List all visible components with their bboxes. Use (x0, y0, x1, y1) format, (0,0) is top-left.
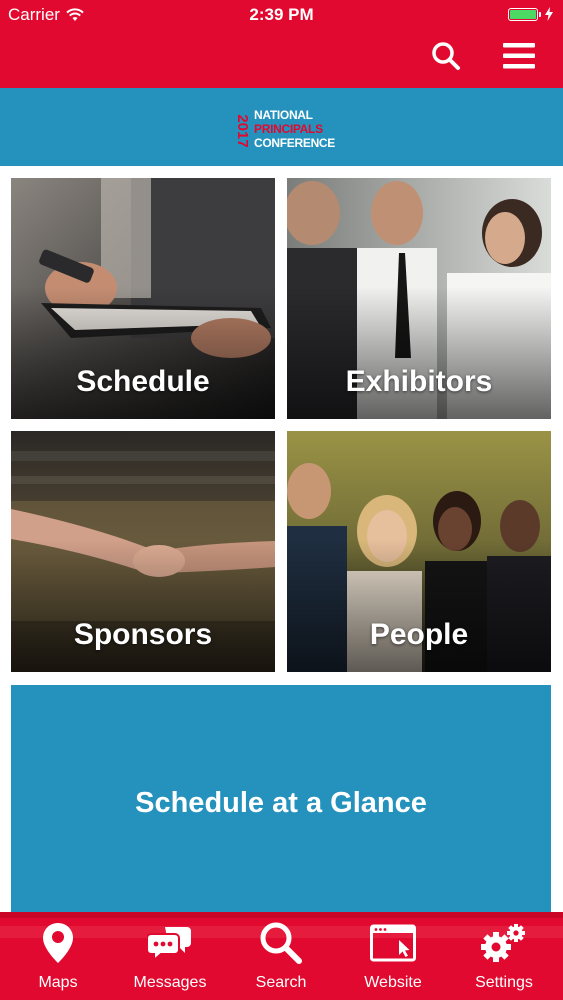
exhibitors-tile[interactable]: Exhibitors (287, 178, 551, 419)
tab-settings[interactable]: Settings (448, 912, 560, 1000)
schedule-at-a-glance-label: Schedule at a Glance (135, 786, 427, 819)
people-tile[interactable]: People (287, 431, 551, 672)
battery-icon (508, 7, 553, 21)
tab-messages-label: Messages (133, 974, 207, 991)
tab-maps-label: Maps (38, 974, 78, 991)
tab-messages[interactable]: Messages (114, 912, 226, 1000)
tab-search[interactable]: Search (225, 912, 337, 1000)
schedule-tile[interactable]: Schedule (11, 178, 275, 419)
schedule-label: Schedule (76, 365, 210, 398)
menu-button[interactable] (499, 36, 539, 76)
charging-icon (545, 7, 553, 21)
exhibitors-label: Exhibitors (345, 365, 493, 398)
logo-year: 2017 (234, 114, 251, 147)
clock: 2:39 PM (249, 5, 314, 24)
tab-maps[interactable]: Maps (2, 912, 114, 1000)
tab-search-label: Search (255, 974, 307, 991)
logo-line-3: CONFERENCE (254, 136, 336, 150)
logo-line-2: PRINCIPALS (254, 122, 323, 136)
tab-website[interactable]: Website (337, 912, 449, 1000)
schedule-at-a-glance-tile[interactable]: Schedule at a Glance (11, 685, 551, 925)
website-icon (370, 924, 416, 962)
svg-text:2017: 2017 (234, 114, 251, 147)
conference-logo: 2017 NATIONAL PRINCIPALS CONFERENCE (232, 108, 336, 154)
menu-icon (503, 43, 535, 69)
tab-settings-label: Settings (475, 974, 533, 991)
sponsors-tile[interactable]: Sponsors (11, 431, 275, 672)
search-icon (260, 922, 302, 964)
search-button[interactable] (426, 36, 466, 76)
gears-icon (481, 924, 525, 962)
tab-website-label: Website (364, 974, 422, 991)
people-label: People (369, 618, 469, 651)
status-bar: Carrier 2:39 PM (0, 0, 563, 30)
sponsors-label: Sponsors (73, 618, 213, 651)
map-pin-icon (43, 923, 73, 963)
search-icon (432, 42, 460, 70)
logo-line-1: NATIONAL (254, 108, 313, 122)
messages-icon (147, 927, 191, 962)
